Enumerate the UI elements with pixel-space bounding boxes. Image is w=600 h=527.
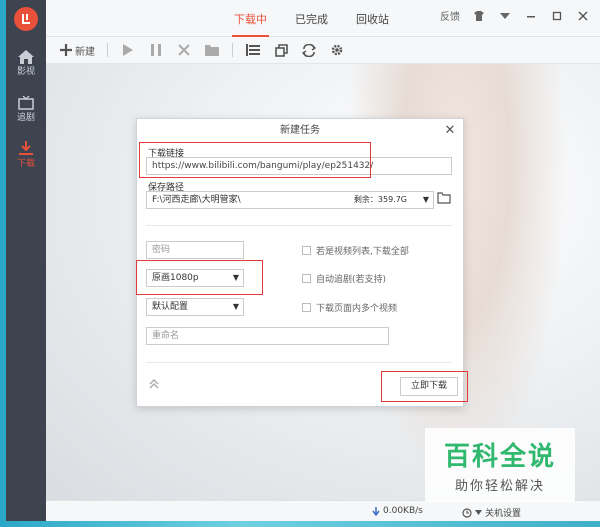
download-speed: 0.00KB/s <box>372 506 423 516</box>
speed-value: 0.00KB/s <box>383 506 423 516</box>
sidebar-item-series[interactable]: 追剧 <box>6 89 46 129</box>
rename-input[interactable]: 重命名 <box>146 327 389 345</box>
download-now-button[interactable]: 立即下载 <box>400 377 458 396</box>
list-icon[interactable] <box>245 42 261 58</box>
link-input[interactable]: https://www.bilibili.com/bangumi/play/ep… <box>146 157 452 175</box>
checkbox-download-all[interactable]: 若是视频列表,下载全部 <box>302 244 409 257</box>
tab-recycle-bin[interactable]: 回收站 <box>342 0 403 37</box>
collapse-up-icon[interactable] <box>148 378 162 392</box>
sidebar-item-label: 影视 <box>16 66 35 77</box>
new-task-label: 新建 <box>75 46 95 58</box>
chevron-down-icon <box>475 510 482 515</box>
checkbox-box[interactable] <box>302 303 311 312</box>
pause-icon[interactable] <box>148 42 164 58</box>
toolbar-divider <box>107 43 108 57</box>
title-bar: 下载中 已完成 回收站 反馈 <box>6 0 600 37</box>
sidebar: 影视 追剧 下载 <box>6 37 46 521</box>
toolbar-divider <box>232 43 233 57</box>
tab-completed[interactable]: 已完成 <box>281 0 342 37</box>
browse-folder-icon[interactable] <box>437 192 453 208</box>
config-select[interactable]: 默认配置 ▼ <box>146 298 244 316</box>
main-tabs: 下载中 已完成 回收站 <box>220 0 403 37</box>
clock-icon <box>462 507 472 518</box>
sidebar-item-movies[interactable]: 影视 <box>6 43 46 83</box>
refresh-icon[interactable] <box>301 42 317 58</box>
play-icon[interactable] <box>120 42 136 58</box>
new-task-button[interactable]: 新建 <box>60 43 95 58</box>
arrow-down-icon <box>372 506 380 516</box>
skin-icon[interactable] <box>472 9 486 23</box>
chevron-down-icon: ▼ <box>422 195 429 204</box>
checkbox-multi-video[interactable]: 下载页面内多个视频 <box>302 301 397 314</box>
divider <box>146 225 452 226</box>
password-input[interactable]: 密码 <box>146 241 244 259</box>
maximize-icon[interactable] <box>550 9 564 23</box>
minimize-icon[interactable] <box>524 9 538 23</box>
checkbox-label: 自动追剧(若支持) <box>316 275 387 285</box>
watermark-title: 百科全说 <box>443 442 556 472</box>
save-path-select[interactable]: F:\河西走廊\大明管家\ 剩余：359.7G ▼ <box>146 191 434 209</box>
divider <box>146 362 452 363</box>
status-bar: 0.00KB/s 关机设置 <box>46 500 600 521</box>
toolbar: 新建 <box>46 37 600 64</box>
logo-icon <box>14 6 38 31</box>
dialog-title: 新建任务 <box>280 125 320 136</box>
chevron-down-icon: ▼ <box>232 273 239 282</box>
close-icon[interactable] <box>576 9 590 23</box>
plus-icon <box>60 44 72 56</box>
chevron-down-icon: ▼ <box>232 302 239 311</box>
sidebar-item-download[interactable]: 下载 <box>6 135 46 175</box>
watermark-subtitle: 助你轻松解决 <box>454 479 545 494</box>
config-value: 默认配置 <box>152 302 189 312</box>
tv-icon <box>18 95 34 110</box>
dialog-close-icon[interactable]: ✕ <box>443 123 457 138</box>
checkbox-box[interactable] <box>302 246 311 255</box>
settings-gear-icon[interactable] <box>329 42 345 58</box>
quality-value: 原画1080p <box>152 273 199 283</box>
checkbox-auto-follow[interactable]: 自动追剧(若支持) <box>302 272 386 285</box>
home-icon <box>18 49 34 64</box>
sidebar-item-label: 下载 <box>16 159 35 169</box>
feedback-link[interactable]: 反馈 <box>440 8 460 23</box>
quality-select[interactable]: 原画1080p ▼ <box>146 269 244 287</box>
checkbox-label: 若是视频列表,下载全部 <box>316 247 409 257</box>
app-logo <box>6 0 46 37</box>
delete-icon[interactable] <box>176 42 192 58</box>
window-controls: 反馈 <box>440 8 590 23</box>
tab-downloading[interactable]: 下载中 <box>220 0 281 37</box>
remaining-space: 剩余：359.7G <box>353 195 407 204</box>
folder-icon[interactable] <box>204 42 220 58</box>
checkbox-box[interactable] <box>302 274 311 283</box>
checkbox-label: 下载页面内多个视频 <box>316 304 398 314</box>
save-path-value: F:\河西走廊\大明管家\ <box>152 195 241 205</box>
shutdown-settings[interactable]: 关机设置 <box>462 506 521 519</box>
watermark: 百科全说 助你轻松解决 <box>425 428 575 502</box>
download-icon <box>19 141 33 155</box>
menu-dropdown-icon[interactable] <box>498 9 512 23</box>
sidebar-item-label: 追剧 <box>16 112 35 123</box>
shutdown-label: 关机设置 <box>485 509 522 519</box>
copy-icon[interactable] <box>273 42 289 58</box>
